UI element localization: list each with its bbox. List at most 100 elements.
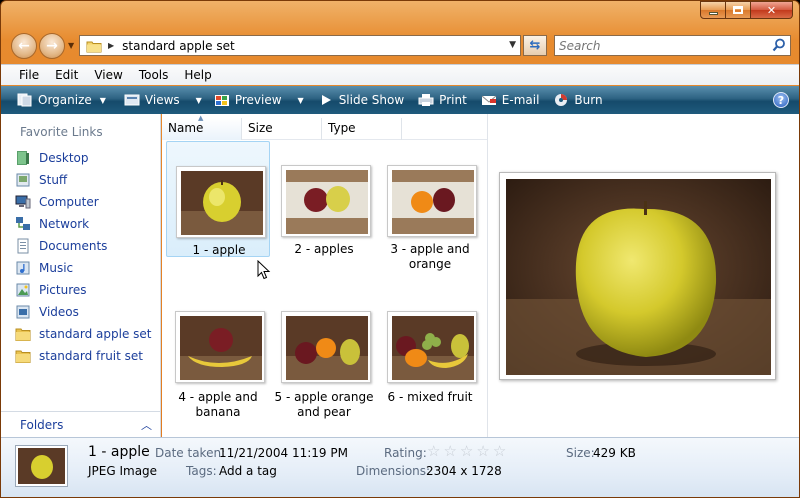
breadcrumb-separator-icon: ▶: [108, 41, 115, 50]
file-item[interactable]: 5 - apple orange and pear: [272, 289, 376, 419]
back-arrow-icon: ←: [18, 38, 30, 54]
printer-icon: [418, 94, 434, 106]
menu-help[interactable]: Help: [176, 68, 219, 82]
recent-pages-dropdown[interactable]: ▼: [68, 41, 74, 50]
print-button[interactable]: Print: [418, 86, 467, 114]
file-name-line1: 3 - apple and: [390, 242, 470, 256]
menu-tools[interactable]: Tools: [131, 68, 177, 82]
star-icon[interactable]: ☆: [460, 444, 473, 459]
forward-arrow-icon: →: [46, 38, 58, 54]
star-icon[interactable]: ☆: [493, 444, 506, 459]
chevron-up-icon[interactable]: ︿: [141, 417, 152, 433]
minimize-button[interactable]: [700, 1, 726, 19]
nav-link-label: Documents: [39, 239, 108, 253]
breadcrumb-current[interactable]: standard apple set: [122, 39, 235, 53]
tags-value[interactable]: Add a tag: [219, 464, 277, 478]
views-label: Views: [144, 93, 180, 107]
views-dropdown-icon: ▼: [195, 95, 202, 105]
file-name-line1: 5 - apple orange: [274, 390, 374, 404]
navigation-pane: Favorite Links Desktop Stuff Computer Ne…: [1, 114, 161, 411]
thumbnail-frame: [281, 311, 371, 383]
views-icon: [124, 94, 140, 106]
search-icon[interactable]: [772, 38, 786, 52]
file-name-line2: orange: [408, 257, 452, 271]
tags-label: Tags:: [186, 464, 217, 478]
address-dropdown-icon[interactable]: ▼: [509, 40, 516, 50]
menu-file[interactable]: File: [1, 68, 47, 82]
apple-photo-thumbnail: [181, 171, 263, 235]
nav-link-videos[interactable]: Videos: [15, 302, 79, 322]
nav-link-label: Pictures: [39, 283, 87, 297]
details-file-type: JPEG Image: [88, 464, 158, 478]
file-name: 3 - apple and orange: [378, 242, 482, 272]
search-input[interactable]: [555, 36, 755, 55]
apples-photo-thumbnail: [286, 170, 368, 234]
email-button[interactable]: E-mail: [481, 86, 539, 114]
slideshow-button[interactable]: Slide Show: [318, 86, 404, 114]
thumbnail-frame: [387, 311, 477, 383]
nav-link-desktop[interactable]: Desktop: [15, 148, 89, 168]
command-bar: Organize ▼ Views ▼ Preview ▼ Slide Show …: [1, 86, 799, 114]
back-button[interactable]: ←: [11, 33, 37, 59]
star-icon[interactable]: ☆: [427, 444, 440, 459]
column-headers: ▲ Name Size Type: [162, 114, 487, 140]
search-box[interactable]: [554, 35, 791, 56]
file-name-line1: 1 - apple: [192, 243, 246, 257]
burn-button[interactable]: Burn: [553, 86, 603, 114]
address-bar[interactable]: ▶ standard apple set ▼: [79, 35, 521, 56]
nav-link-computer[interactable]: Computer: [15, 192, 99, 212]
organize-label: Organize: [38, 93, 92, 107]
nav-link-standard-apple-set[interactable]: standard apple set: [15, 324, 152, 344]
documents-icon: [17, 238, 29, 254]
column-header-type[interactable]: Type: [322, 118, 402, 140]
network-icon: [16, 217, 30, 230]
file-item[interactable]: 1 - apple: [166, 141, 270, 257]
explorer-window: ✕ ← → ▼ ▶ standard apple set ▼ ⇆ File Ed…: [0, 0, 800, 498]
file-name-line2: banana: [195, 405, 241, 419]
folders-toggle[interactable]: Folders ︿: [1, 411, 161, 437]
refresh-button[interactable]: ⇆: [523, 35, 547, 56]
rating-stars[interactable]: ☆ ☆ ☆ ☆ ☆: [427, 444, 506, 459]
dimensions-label: Dimensions:: [356, 464, 431, 478]
nav-link-label: Music: [39, 261, 74, 275]
date-taken-value[interactable]: 11/21/2004 11:19 PM: [219, 446, 348, 460]
star-icon[interactable]: ☆: [443, 444, 456, 459]
column-header-size[interactable]: Size: [242, 118, 322, 140]
file-item[interactable]: 2 - apples: [272, 141, 376, 257]
preview-button[interactable]: Preview ▼: [214, 86, 304, 114]
nav-link-network[interactable]: Network: [15, 214, 89, 234]
desktop-icon: [17, 151, 29, 165]
help-icon: ?: [777, 93, 785, 107]
file-item[interactable]: 6 - mixed fruit: [378, 289, 482, 415]
menu-edit[interactable]: Edit: [47, 68, 86, 82]
organize-button[interactable]: Organize ▼: [17, 86, 106, 114]
file-item[interactable]: 3 - apple and orange: [378, 141, 482, 271]
size-label: Size:: [566, 446, 595, 460]
preview-pane: [487, 114, 799, 437]
sort-ascending-icon: ▲: [198, 114, 204, 122]
column-header-name[interactable]: ▲ Name: [162, 114, 242, 140]
nav-link-documents[interactable]: Documents: [15, 236, 107, 256]
favorite-links-header: Favorite Links: [20, 125, 103, 139]
nav-link-pictures[interactable]: Pictures: [15, 280, 87, 300]
star-icon[interactable]: ☆: [476, 444, 489, 459]
maximize-button[interactable]: [726, 1, 751, 19]
mixed-fruit-photo-thumbnail: [392, 316, 474, 380]
nav-link-label: standard fruit set: [39, 349, 143, 363]
refresh-icon: ⇆: [529, 38, 541, 53]
folders-label: Folders: [20, 417, 64, 432]
thumbnail-frame: [175, 311, 265, 383]
nav-link-standard-fruit-set[interactable]: standard fruit set: [15, 346, 143, 366]
views-button[interactable]: Views ▼: [124, 86, 202, 114]
nav-link-stuff[interactable]: Stuff: [15, 170, 67, 190]
file-item[interactable]: 4 - apple and banana: [166, 289, 270, 419]
nav-link-music[interactable]: Music: [15, 258, 73, 278]
forward-button[interactable]: →: [39, 33, 65, 59]
apple-orange-photo-thumbnail: [392, 170, 474, 234]
help-button[interactable]: ?: [773, 92, 789, 108]
menu-view[interactable]: View: [86, 68, 130, 82]
apple-details-image: [18, 448, 65, 484]
close-button[interactable]: ✕: [751, 1, 793, 19]
caption-buttons: ✕: [700, 1, 793, 19]
menu-bar: File Edit View Tools Help: [1, 64, 799, 85]
